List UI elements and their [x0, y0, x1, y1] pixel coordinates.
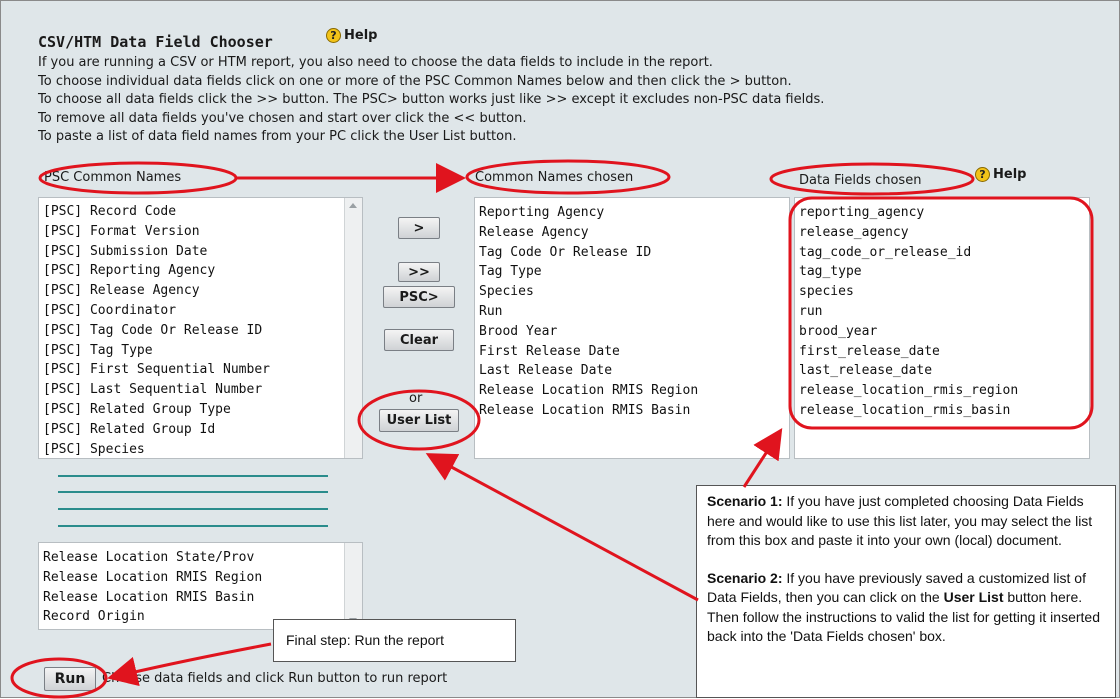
- run-button[interactable]: Run: [44, 667, 96, 691]
- psc-list-item[interactable]: [PSC] Last Sequential Number: [39, 380, 362, 400]
- help-link-fields[interactable]: ? Help: [975, 167, 1026, 182]
- field-list-item[interactable]: release_location_rmis_region: [795, 381, 1089, 401]
- help-link-top[interactable]: ? Help: [326, 28, 377, 43]
- field-list-item[interactable]: tag_code_or_release_id: [795, 243, 1089, 263]
- scrollbar[interactable]: [344, 543, 362, 629]
- divider-line: [58, 508, 328, 510]
- instruction-line: To paste a list of data field names from…: [38, 129, 517, 144]
- user-list-button[interactable]: User List: [379, 409, 459, 432]
- or-label: or: [409, 391, 423, 406]
- question-icon: ?: [975, 167, 990, 182]
- psc-names-list-tail[interactable]: Release Location State/Prov Release Locat…: [38, 542, 363, 630]
- chosen-column-label: Common Names chosen: [475, 170, 634, 185]
- scroll-up-icon[interactable]: [349, 203, 357, 208]
- divider-line: [58, 525, 328, 527]
- psc-list-item[interactable]: Release Location RMIS Region: [39, 568, 362, 588]
- instruction-line: To choose individual data fields click o…: [38, 73, 792, 89]
- psc-list-item[interactable]: [PSC] Coordinator: [39, 301, 362, 321]
- page-title: CSV/HTM Data Field Chooser: [38, 33, 273, 51]
- divider-line: [58, 491, 328, 493]
- chosen-list-item[interactable]: Release Location RMIS Basin: [475, 401, 789, 421]
- instruction-line: To remove all data fields you've chosen …: [38, 110, 527, 126]
- psc-list-item[interactable]: [PSC] First Sequential Number: [39, 360, 362, 380]
- chosen-list-item[interactable]: Tag Type: [475, 262, 789, 282]
- scenario-2-label: Scenario 2:: [707, 569, 783, 586]
- chosen-list-item[interactable]: Release Agency: [475, 223, 789, 243]
- psc-list-item[interactable]: [PSC] Related Group Type: [39, 400, 362, 420]
- run-hint: Choose data fields and click Run button …: [102, 671, 448, 686]
- scenario-2: Scenario 2: If you have previously saved…: [707, 569, 1105, 647]
- chosen-list-item[interactable]: Brood Year: [475, 322, 789, 342]
- clear-button[interactable]: Clear: [384, 329, 454, 351]
- data-fields-chosen-list[interactable]: reporting_agency release_agency tag_code_o…: [794, 197, 1090, 459]
- question-icon: ?: [326, 28, 341, 43]
- field-list-item[interactable]: brood_year: [795, 322, 1089, 342]
- psc-list-item[interactable]: [PSC] Format Version: [39, 222, 362, 242]
- chosen-list-item[interactable]: Species: [475, 282, 789, 302]
- add-button[interactable]: >: [398, 217, 440, 239]
- psc-column-label: PSC Common Names: [44, 170, 182, 185]
- instruction-line: To choose all data fields click the >> b…: [38, 92, 825, 107]
- scrollbar[interactable]: [344, 198, 362, 458]
- chosen-list-item[interactable]: Release Location RMIS Region: [475, 381, 789, 401]
- psc-names-list[interactable]: [PSC] Record Code [PSC] Format Version [PS…: [38, 197, 363, 459]
- chosen-list-item[interactable]: Last Release Date: [475, 361, 789, 381]
- instructions: If you are running a CSV or HTM report, …: [38, 54, 824, 147]
- field-list-item[interactable]: release_agency: [795, 223, 1089, 243]
- field-list-item[interactable]: first_release_date: [795, 342, 1089, 362]
- chooser-panel: CSV/HTM Data Field Chooser ? Help If you…: [0, 0, 1120, 699]
- psc-list-item[interactable]: [PSC] Submission Date: [39, 242, 362, 262]
- field-list-item[interactable]: run: [795, 302, 1089, 322]
- psc-list-item[interactable]: [PSC] Record Code: [39, 202, 362, 222]
- psc-list-item[interactable]: [PSC] Tag Code Or Release ID: [39, 321, 362, 341]
- scenario-2-bold: User List: [943, 589, 1004, 605]
- psc-list-item[interactable]: [PSC] Related Group Id: [39, 420, 362, 440]
- chosen-list-item[interactable]: Reporting Agency: [475, 203, 789, 223]
- divider-line: [58, 475, 328, 477]
- field-list-item[interactable]: release_location_rmis_basin: [795, 401, 1089, 421]
- scenario-1: Scenario 1: If you have just completed c…: [707, 492, 1105, 551]
- chosen-list-item[interactable]: First Release Date: [475, 342, 789, 362]
- arrow-to-user-list: [425, 453, 699, 602]
- chosen-list-item[interactable]: Tag Code Or Release ID: [475, 243, 789, 263]
- field-list-item[interactable]: reporting_agency: [795, 203, 1089, 223]
- psc-button[interactable]: PSC>: [383, 286, 455, 308]
- instruction-line: If you are running a CSV or HTM report, …: [38, 55, 713, 70]
- add-all-button[interactable]: >>: [398, 262, 440, 282]
- field-list-item[interactable]: tag_type: [795, 262, 1089, 282]
- field-list-item[interactable]: last_release_date: [795, 361, 1089, 381]
- scenario-callout: Scenario 1: If you have just completed c…: [696, 485, 1116, 698]
- field-list-item[interactable]: species: [795, 282, 1089, 302]
- psc-list-item[interactable]: [PSC] Species: [39, 440, 362, 460]
- psc-list-item[interactable]: [PSC] Tag Type: [39, 341, 362, 361]
- final-step-callout: Final step: Run the report: [273, 619, 516, 662]
- psc-list-item[interactable]: [PSC] Release Agency: [39, 281, 362, 301]
- fields-column-label: Data Fields chosen: [799, 173, 922, 188]
- psc-list-item[interactable]: Release Location RMIS Basin: [39, 588, 362, 608]
- psc-list-item[interactable]: Release Location State/Prov: [39, 548, 362, 568]
- chosen-list-item[interactable]: Run: [475, 302, 789, 322]
- common-names-chosen-list[interactable]: Reporting Agency Release Agency Tag Code O…: [474, 197, 790, 459]
- help-label: Help: [344, 28, 378, 43]
- scenario-1-label: Scenario 1:: [707, 493, 783, 509]
- psc-list-item[interactable]: [PSC] Reporting Agency: [39, 261, 362, 281]
- help-label: Help: [993, 167, 1027, 182]
